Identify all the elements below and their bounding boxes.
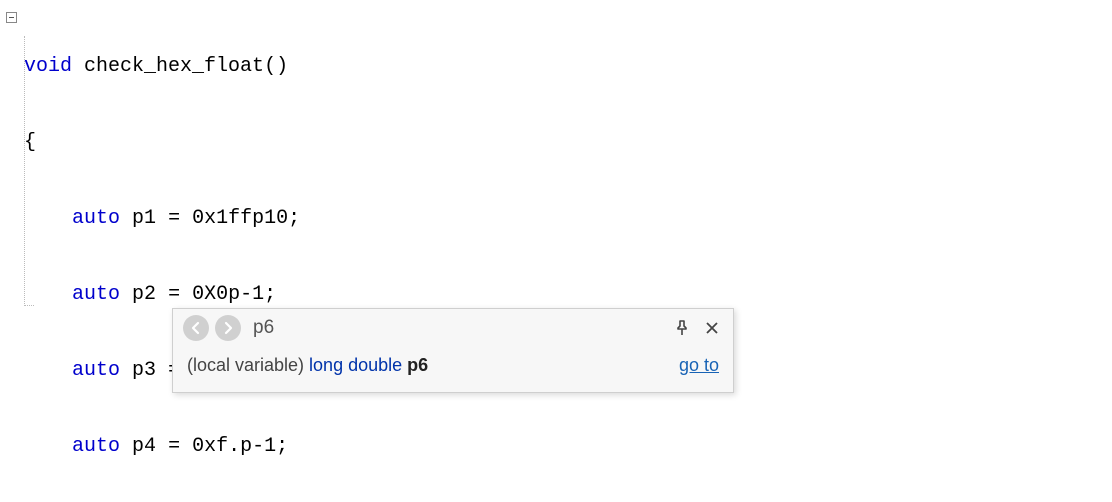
code-block[interactable]: void check_hex_float() { auto p1 = 0x1ff… <box>22 6 1112 502</box>
gutter <box>0 6 22 23</box>
var-name: p4 <box>132 435 156 458</box>
tooltip-header: p6 <box>173 309 733 345</box>
code-line[interactable]: { <box>22 128 1112 158</box>
arrow-right-icon <box>221 321 235 335</box>
literal: 0xf.p-1 <box>192 435 276 458</box>
close-button[interactable] <box>701 317 723 339</box>
fold-toggle-icon[interactable] <box>6 12 17 23</box>
code-line[interactable]: void check_hex_float() <box>22 52 1112 82</box>
code-editor: void check_hex_float() { auto p1 = 0x1ff… <box>0 0 1112 502</box>
keyword: auto <box>72 359 120 382</box>
semi: ; <box>288 207 300 230</box>
tooltip-title: p6 <box>253 317 663 339</box>
literal: 0x1ffp10 <box>192 207 288 230</box>
pin-button[interactable] <box>671 317 693 339</box>
nav-forward-button[interactable] <box>215 315 241 341</box>
tooltip-info: (local variable) long double p6 <box>187 355 679 376</box>
op: = <box>168 207 180 230</box>
var-name: p2 <box>132 283 156 306</box>
var-name: p3 <box>132 359 156 382</box>
tooltip-prefix: (local variable) <box>187 355 309 375</box>
quickinfo-tooltip: p6 (local variable) long double p6 go to <box>172 308 734 393</box>
tooltip-type: long double <box>309 355 402 375</box>
code-line[interactable]: auto p1 = 0x1ffp10; <box>22 204 1112 234</box>
semi: ; <box>264 283 276 306</box>
nav-back-button[interactable] <box>183 315 209 341</box>
brace: { <box>24 131 36 154</box>
keyword: auto <box>72 283 120 306</box>
paren: () <box>264 55 288 78</box>
tooltip-body: (local variable) long double p6 go to <box>173 345 733 392</box>
pin-icon <box>674 320 690 336</box>
arrow-left-icon <box>189 321 203 335</box>
goto-link[interactable]: go to <box>679 355 719 376</box>
semi: ; <box>276 435 288 458</box>
close-icon <box>705 321 719 335</box>
keyword: auto <box>72 207 120 230</box>
function-name: check_hex_float <box>84 55 264 78</box>
keyword: void <box>24 55 72 78</box>
literal: 0X0p-1 <box>192 283 264 306</box>
code-line[interactable]: auto p2 = 0X0p-1; <box>22 280 1112 310</box>
keyword: auto <box>72 435 120 458</box>
op: = <box>168 283 180 306</box>
tooltip-var-name: p6 <box>407 355 428 375</box>
var-name: p1 <box>132 207 156 230</box>
op: = <box>168 435 180 458</box>
code-line[interactable]: auto p4 = 0xf.p-1; <box>22 432 1112 462</box>
